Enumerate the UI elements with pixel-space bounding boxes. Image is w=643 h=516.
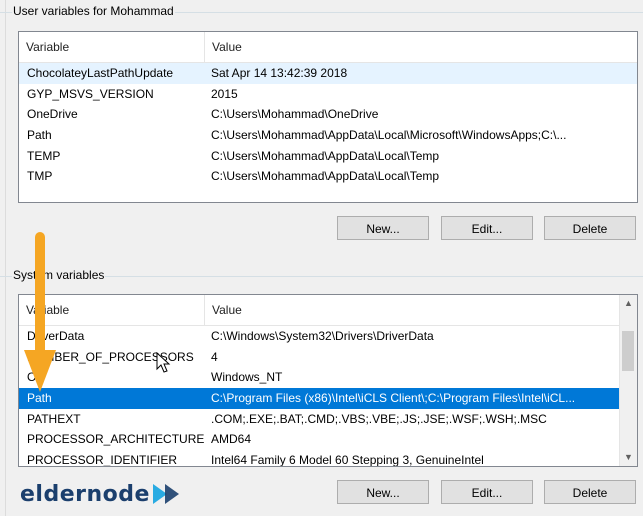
table-row[interactable]: PATHEXT .COM;.EXE;.BAT;.CMD;.VBS;.VBE;.J… xyxy=(19,409,620,430)
table-row[interactable]: GYP_MSVS_VERSION 2015 xyxy=(19,84,637,105)
variable-value: 2015 xyxy=(211,86,238,101)
variable-value: Windows_NT xyxy=(211,370,283,385)
variable-value: C:\Users\Mohammad\OneDrive xyxy=(211,107,379,122)
system-edit-button[interactable]: Edit... xyxy=(441,480,533,504)
variable-value: Intel64 Family 6 Model 60 Stepping 3, Ge… xyxy=(211,453,484,467)
variable-name: TEMP xyxy=(27,148,61,163)
variable-name: Path xyxy=(27,128,52,143)
table-row[interactable]: TMP C:\Users\Mohammad\AppData\Local\Temp xyxy=(19,166,637,187)
user-list-header: Variable Value xyxy=(19,32,637,63)
variable-name: OneDrive xyxy=(27,107,78,122)
table-row[interactable]: OneDrive C:\Users\Mohammad\OneDrive xyxy=(19,104,637,125)
variable-value: C:\Users\Mohammad\AppData\Local\Temp xyxy=(211,169,440,184)
table-row[interactable]: PROCESSOR_IDENTIFIER Intel64 Family 6 Mo… xyxy=(19,450,620,467)
system-delete-button[interactable]: Delete xyxy=(544,480,636,504)
user-new-button[interactable]: New... xyxy=(337,216,429,240)
variable-value: 4 xyxy=(211,349,218,364)
variable-value: C:\Windows\System32\Drivers\DriverData xyxy=(211,329,434,343)
user-edit-button[interactable]: Edit... xyxy=(441,216,533,240)
arrow-down-icon xyxy=(24,232,56,392)
table-row[interactable]: DriverData C:\Windows\System32\Drivers\D… xyxy=(19,326,620,347)
vertical-scrollbar[interactable]: ▲ ▼ xyxy=(619,295,637,466)
window-left-edge xyxy=(0,0,6,516)
table-row[interactable]: OS Windows_NT xyxy=(19,367,620,388)
variable-name: ChocolateyLastPathUpdate xyxy=(27,66,174,80)
table-row[interactable]: PROCESSOR_ARCHITECTURE AMD64 xyxy=(19,429,620,450)
user-delete-button[interactable]: Delete xyxy=(544,216,636,240)
table-row[interactable]: TEMP C:\Users\Mohammad\AppData\Local\Tem… xyxy=(19,146,637,167)
variable-value: C:\Users\Mohammad\AppData\Local\Microsof… xyxy=(211,128,567,143)
scroll-thumb[interactable] xyxy=(622,331,634,371)
table-row[interactable]: Path C:\Users\Mohammad\AppData\Local\Mic… xyxy=(19,125,637,146)
table-row-selected[interactable]: Path C:\Program Files (x86)\Intel\iCLS C… xyxy=(19,388,620,409)
user-variables-list[interactable]: Variable Value ChocolateyLastPathUpdate … xyxy=(18,31,638,203)
variable-value: .COM;.EXE;.BAT;.CMD;.VBS;.VBE;.JS;.JSE;.… xyxy=(211,411,547,426)
variable-value: C:\Program Files (x86)\Intel\iCLS Client… xyxy=(211,391,576,406)
system-list-header: Variable Value xyxy=(19,295,620,326)
variable-value: AMD64 xyxy=(211,432,252,447)
system-variables-list[interactable]: Variable Value DriverData C:\Windows\Sys… xyxy=(18,294,638,467)
scroll-down-icon[interactable]: ▼ xyxy=(620,449,637,466)
variable-column-header[interactable]: Variable xyxy=(19,32,205,62)
scroll-up-icon[interactable]: ▲ xyxy=(620,295,637,312)
value-column-header[interactable]: Value xyxy=(205,295,242,325)
mouse-cursor-icon xyxy=(156,352,171,373)
play-arrows-icon xyxy=(152,484,179,504)
variable-value: Sat Apr 14 13:42:39 2018 xyxy=(211,66,348,80)
variable-name: PATHEXT xyxy=(27,411,81,426)
variable-name: GYP_MSVS_VERSION xyxy=(27,86,154,101)
variable-name: PROCESSOR_ARCHITECTURE xyxy=(27,432,205,447)
user-variables-label: User variables for Mohammad xyxy=(12,4,175,18)
variable-value: C:\Users\Mohammad\AppData\Local\Temp xyxy=(211,148,440,163)
variable-name: PROCESSOR_IDENTIFIER xyxy=(27,453,178,467)
system-new-button[interactable]: New... xyxy=(337,480,429,504)
eldernode-logo: eldernode xyxy=(20,478,185,510)
table-row[interactable]: NUMBER_OF_PROCESSORS 4 xyxy=(19,347,620,368)
logo-text: eldernode xyxy=(20,481,150,507)
table-row[interactable]: ChocolateyLastPathUpdate Sat Apr 14 13:4… xyxy=(19,63,637,84)
variable-name: TMP xyxy=(27,169,53,184)
value-column-header[interactable]: Value xyxy=(205,32,242,62)
